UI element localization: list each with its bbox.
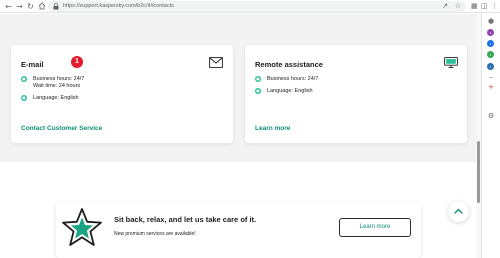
page-content: E-mail 1 ● Business hours: 24/7 Wait tim… <box>0 14 476 258</box>
notification-badge: 1 <box>71 56 83 68</box>
clock-icon: ● <box>255 76 261 82</box>
language-icon: ● <box>255 88 261 94</box>
bookmark-star-icon[interactable]: ☆ <box>454 2 462 11</box>
share-icon[interactable]: ↗ <box>441 2 449 11</box>
feature-text: Language: English <box>33 95 79 101</box>
scroll-to-top-button[interactable] <box>448 201 469 222</box>
premium-services-banner: Sit back, relax, and let us take care of… <box>56 203 421 258</box>
scrollbar-thumb[interactable] <box>477 141 480 203</box>
browser-side-panel: ● • • • • – + ⚙ <box>481 13 500 258</box>
feature-text: Business hours: 24/7 <box>267 76 319 82</box>
envelope-icon <box>209 57 223 68</box>
feature-text: Language: English <box>267 88 313 94</box>
learn-more-button[interactable]: Learn more <box>339 218 411 237</box>
browser-toolbar: ← → ↻ https://support.kaspersky.com/b2c/… <box>0 0 500 13</box>
remote-card-title: Remote assistance <box>255 60 323 69</box>
contact-customer-service-link[interactable]: Contact Customer Service <box>21 125 102 132</box>
split-view-icon[interactable]: ◫ <box>481 2 488 11</box>
star-icon <box>62 208 102 246</box>
app-icon-3[interactable]: • <box>487 51 494 58</box>
app-icon-2[interactable]: • <box>487 40 494 47</box>
add-icon[interactable]: + <box>486 83 496 92</box>
url-text: https://support.kaspersky.com/b2c/it#con… <box>63 3 174 9</box>
divider-icon: – <box>489 73 493 81</box>
feature-subtext: Wait time: 24 hours <box>33 83 81 89</box>
address-bar[interactable]: https://support.kaspersky.com/b2c/it#con… <box>48 1 466 12</box>
bell-icon[interactable]: ● <box>486 17 496 26</box>
chevron-up-icon <box>454 208 463 214</box>
remote-assistance-card: Remote assistance ● Business hours: 24/7… <box>245 45 467 143</box>
home-icon[interactable] <box>37 2 46 11</box>
extensions-icon[interactable]: ▦ <box>471 2 478 11</box>
lock-icon <box>53 3 59 10</box>
email-card-title: E-mail <box>21 60 44 69</box>
app-icon-1[interactable]: • <box>487 29 494 36</box>
banner-headline: Sit back, relax, and let us take care of… <box>114 215 257 224</box>
banner-subtext: New premium services are available! <box>114 231 196 237</box>
reload-icon[interactable]: ↻ <box>26 2 35 11</box>
settings-icon[interactable]: ⚙ <box>486 112 496 121</box>
remote-learn-more-link[interactable]: Learn more <box>255 125 290 132</box>
feature-text: Business hours: 24/7 <box>33 76 85 82</box>
clock-icon: ● <box>21 76 27 82</box>
email-card: E-mail 1 ● Business hours: 24/7 Wait tim… <box>11 45 233 143</box>
monitor-icon <box>444 57 458 68</box>
app-icon-4[interactable]: • <box>487 63 494 70</box>
back-icon[interactable]: ← <box>4 2 13 11</box>
forward-icon[interactable]: → <box>15 2 24 11</box>
language-icon: ● <box>21 95 27 101</box>
menu-icon[interactable]: ⋮ <box>491 2 498 11</box>
